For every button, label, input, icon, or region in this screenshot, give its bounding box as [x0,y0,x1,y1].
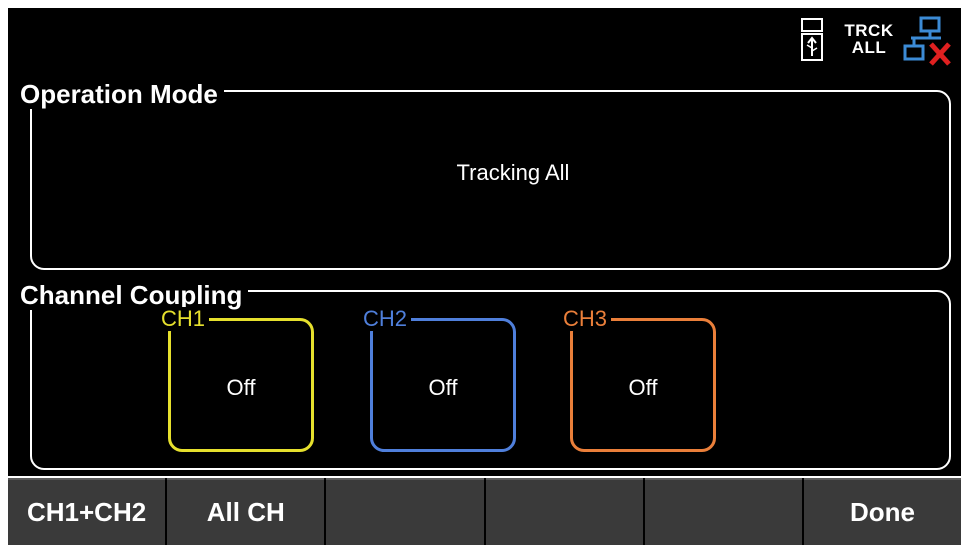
softkey-done[interactable]: Done [803,478,961,545]
softkey-4-blank[interactable] [485,478,643,545]
operation-mode-value: Tracking All [456,160,570,185]
mode-line-2: ALL [851,38,887,57]
softkey-5-blank[interactable] [644,478,802,545]
softkey-3-blank[interactable] [326,478,484,545]
operation-mode-title: Operation Mode [14,79,224,109]
channel-3-box: CH3 Off [559,307,716,452]
channel-3-label: CH3 [559,307,612,331]
softkey-ch1-ch2[interactable]: CH1+CH2 [8,478,166,545]
softkey-all-ch[interactable]: All CH [167,478,325,545]
channel-1-value: Off [226,375,256,400]
network-disconnected-icon [903,16,951,66]
channel-coupling-title: Channel Coupling [14,280,249,310]
mode-line-1: TRCK [844,21,894,40]
channel-2-value: Off [428,375,458,400]
channel-2-box: CH2 Off [359,307,516,452]
instrument-screen: TRCK ALL Operation Mode Tracking All Cha… [0,0,961,545]
usb-icon [801,18,823,61]
tracking-mode-indicator: TRCK ALL [839,22,899,56]
channel-1-box: CH1 Off [157,307,314,452]
channel-3-value: Off [628,375,658,400]
status-area: TRCK ALL [801,14,961,70]
channel-1-label: CH1 [157,307,210,331]
channel-2-label: CH2 [359,307,412,331]
display-area: TRCK ALL Operation Mode Tracking All Cha… [8,8,961,476]
softkey-bar: CH1+CH2 All CH Done [8,478,961,545]
